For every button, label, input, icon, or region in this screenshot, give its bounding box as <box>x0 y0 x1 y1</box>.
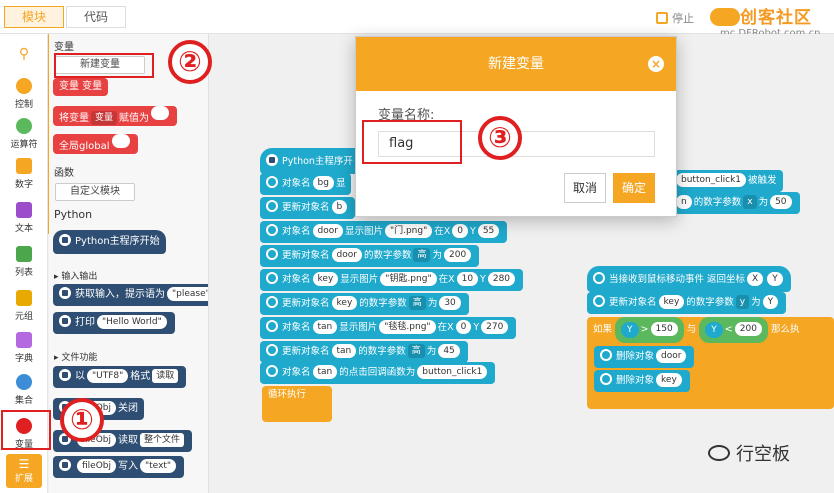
wechat-icon <box>708 445 730 461</box>
workspace-row-7[interactable]: 对象名 tan 显示图片 "毯毯.png" 在X 0 Y 270 <box>260 317 517 339</box>
extensions-button[interactable]: ☰ 扩展 <box>6 454 42 488</box>
python-icon <box>59 369 71 381</box>
stop-icon <box>656 12 668 24</box>
highlight-input <box>362 120 462 164</box>
python-section-title: Python <box>54 208 93 221</box>
tab-code[interactable]: 代码 <box>66 6 126 28</box>
close-icon[interactable]: × <box>648 56 664 72</box>
confirm-button[interactable]: 确定 <box>613 173 655 203</box>
category-numbers[interactable]: 数字 <box>0 158 48 190</box>
cancel-button[interactable]: 取消 <box>564 173 606 203</box>
object-icon <box>600 349 612 361</box>
main-program-block[interactable]: Python主程序开 <box>260 148 370 174</box>
text-icon <box>16 202 32 218</box>
python-start-block[interactable]: Python主程序开始 <box>53 230 166 254</box>
category-control[interactable]: 控制 <box>0 78 48 110</box>
extensions-icon: ☰ <box>18 457 30 471</box>
object-icon <box>266 224 278 236</box>
object-icon <box>593 295 605 307</box>
print-block[interactable]: 打印 "Hello World" <box>53 312 175 334</box>
workspace-row-2[interactable]: 更新对象名 b <box>260 197 356 219</box>
loop-block[interactable]: 循环执行 <box>262 386 332 422</box>
watermark: 行空板 <box>708 440 790 466</box>
open-file-block[interactable]: 以 "UTF8" 格式 读取 <box>53 366 187 388</box>
highlight-variable-category <box>1 410 51 450</box>
mouse-icon <box>593 272 605 284</box>
top-bar: 模块 代码 停止 创客社区 mc.DFRobot.com.cn <box>0 0 834 39</box>
variable-section-title: 变量 <box>54 42 74 53</box>
update-key-row[interactable]: 更新对象名 key 的数字参数 y 为 Y <box>587 292 787 314</box>
file-section-title: ▸ 文件功能 <box>54 353 98 363</box>
python-icon <box>59 234 71 246</box>
category-dict[interactable]: 字典 <box>0 332 48 364</box>
function-section-title: 函数 <box>54 168 74 179</box>
category-operators[interactable]: 运算符 <box>0 118 48 150</box>
variable-block[interactable]: 变量 变量 <box>53 78 109 96</box>
toggle-icon[interactable] <box>710 8 740 26</box>
delete-key-block[interactable]: 删除对象 key <box>594 370 690 392</box>
object-icon <box>266 272 278 284</box>
brand-logo: 创客社区 <box>740 8 812 28</box>
python-icon <box>59 315 71 327</box>
operators-icon <box>16 118 32 134</box>
control-icon <box>16 78 32 94</box>
numbers-icon <box>16 158 32 174</box>
delete-door-block[interactable]: 删除对象 door <box>594 346 695 368</box>
dialog-title: 新建变量 <box>356 37 676 91</box>
input-block[interactable]: 获取输入，提示语为"please" <box>53 284 208 306</box>
custom-module-button[interactable]: 自定义模块 <box>55 183 135 201</box>
mouse-move-event-block[interactable]: 当接收到鼠标移动事件 返回坐标 X Y <box>587 266 791 292</box>
workspace-row-5[interactable]: 对象名 key 显示图片 "钥匙.png" 在X 10 Y 280 <box>260 269 524 291</box>
workspace-row-1[interactable]: 对象名 bg 显 <box>260 173 352 195</box>
annotation-1: ① <box>60 398 104 442</box>
annotation-3: ③ <box>478 116 522 160</box>
event-row[interactable]: n 的数字参数 x 为 50 <box>668 192 800 214</box>
category-text[interactable]: 文本 <box>0 202 48 234</box>
global-block[interactable]: 全局global <box>53 134 138 154</box>
object-icon <box>266 320 278 332</box>
python-icon <box>59 459 71 471</box>
workspace-row-8[interactable]: 更新对象名 tan 的数字参数高为 45 <box>260 341 468 363</box>
object-icon <box>266 176 278 188</box>
object-icon <box>266 344 278 356</box>
workspace-row-4[interactable]: 更新对象名 door 的数字参数高为 200 <box>260 245 480 267</box>
category-list[interactable]: 列表 <box>0 246 48 278</box>
object-icon <box>266 248 278 260</box>
io-section-title: ▸ 输入输出 <box>54 272 98 282</box>
object-icon <box>266 296 278 308</box>
object-icon <box>266 200 278 212</box>
category-tuple[interactable]: 元组 <box>0 290 48 322</box>
tab-blocks[interactable]: 模块 <box>4 6 64 28</box>
assign-variable-block[interactable]: 将变量 变量 赋值为 <box>53 106 178 126</box>
list-icon <box>16 246 32 262</box>
workspace-row-9[interactable]: 对象名 tan 的点击回调函数为 button_click1 <box>260 362 496 384</box>
stop-button[interactable]: 停止 <box>656 10 694 26</box>
object-icon <box>266 365 278 377</box>
event-button-click[interactable]: button_click1 被触发 <box>668 170 783 192</box>
set-icon <box>16 374 32 390</box>
highlight-new-variable <box>54 53 154 78</box>
annotation-2: ② <box>168 40 212 84</box>
write-file-block[interactable]: fileObj 写入 "text" <box>53 456 185 478</box>
object-icon <box>600 373 612 385</box>
search-icon[interactable]: ⚲ <box>0 46 48 62</box>
python-icon <box>59 287 71 299</box>
python-icon <box>266 154 278 166</box>
dict-icon <box>16 332 32 348</box>
category-set[interactable]: 集合 <box>0 374 48 406</box>
workspace-row-3[interactable]: 对象名 door 显示图片 "门.png" 在X 0 Y 55 <box>260 221 508 243</box>
workspace-row-6[interactable]: 更新对象名 key 的数字参数高为 30 <box>260 293 469 315</box>
tuple-icon <box>16 290 32 306</box>
